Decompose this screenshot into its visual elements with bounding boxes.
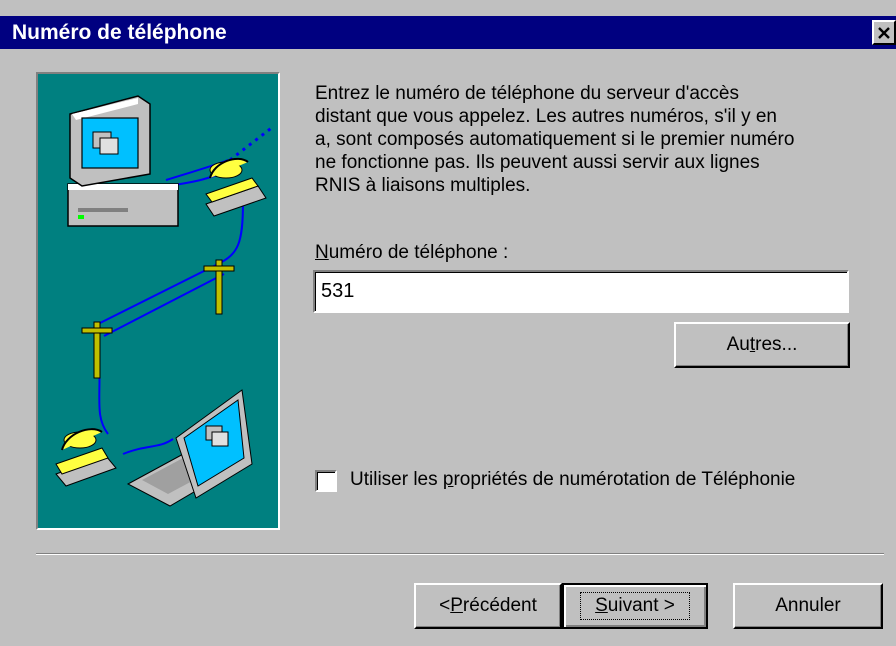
button-text: uivant > [607, 595, 675, 616]
button-mnemonic: S [595, 595, 608, 616]
button-mnemonic: P [450, 595, 463, 616]
separator [36, 553, 884, 555]
window-title: Numéro de téléphone [12, 21, 227, 44]
label-text: uméro de téléphone : [328, 242, 509, 263]
close-button[interactable] [872, 20, 896, 45]
desktop-computer-icon [67, 95, 179, 227]
checkbox-mnemonic: p [442, 469, 454, 490]
checkbox-text: Utiliser les [350, 469, 443, 490]
phone-number-input[interactable]: 531 [313, 270, 849, 313]
title-bar: Numéro de téléphone [0, 16, 896, 49]
telephony-dialing-properties-label[interactable]: Utiliser les propriétés de numérotation … [350, 469, 795, 491]
checkbox-text: ropriétés de numérotation de Téléphonie [453, 469, 796, 490]
phone-number-label: Numéro de téléphone : [315, 242, 508, 264]
label-mnemonic: N [315, 242, 329, 263]
button-text: < [439, 595, 451, 616]
telephone-icon [55, 428, 117, 487]
focus-rect: Suivant > [580, 592, 690, 620]
close-icon [878, 27, 890, 39]
telephone-icon [205, 157, 267, 217]
button-text: Au [726, 334, 750, 355]
button-text: récédent [462, 595, 537, 616]
instructions-text: Entrez le numéro de téléphone du serveur… [315, 83, 795, 196]
cancel-button[interactable]: Annuler [733, 583, 883, 629]
button-text: res... [755, 334, 798, 355]
next-button[interactable]: Suivant > [562, 583, 708, 629]
dialog-window: Numéro de téléphone Entrez le numéro de … [0, 0, 896, 646]
others-button[interactable]: Au t res... [674, 322, 850, 368]
dialup-network-illustration [36, 72, 280, 530]
back-button[interactable]: < Précédent [414, 583, 562, 629]
telephony-dialing-properties-checkbox[interactable] [315, 470, 337, 492]
utility-pole-icon [81, 259, 235, 379]
